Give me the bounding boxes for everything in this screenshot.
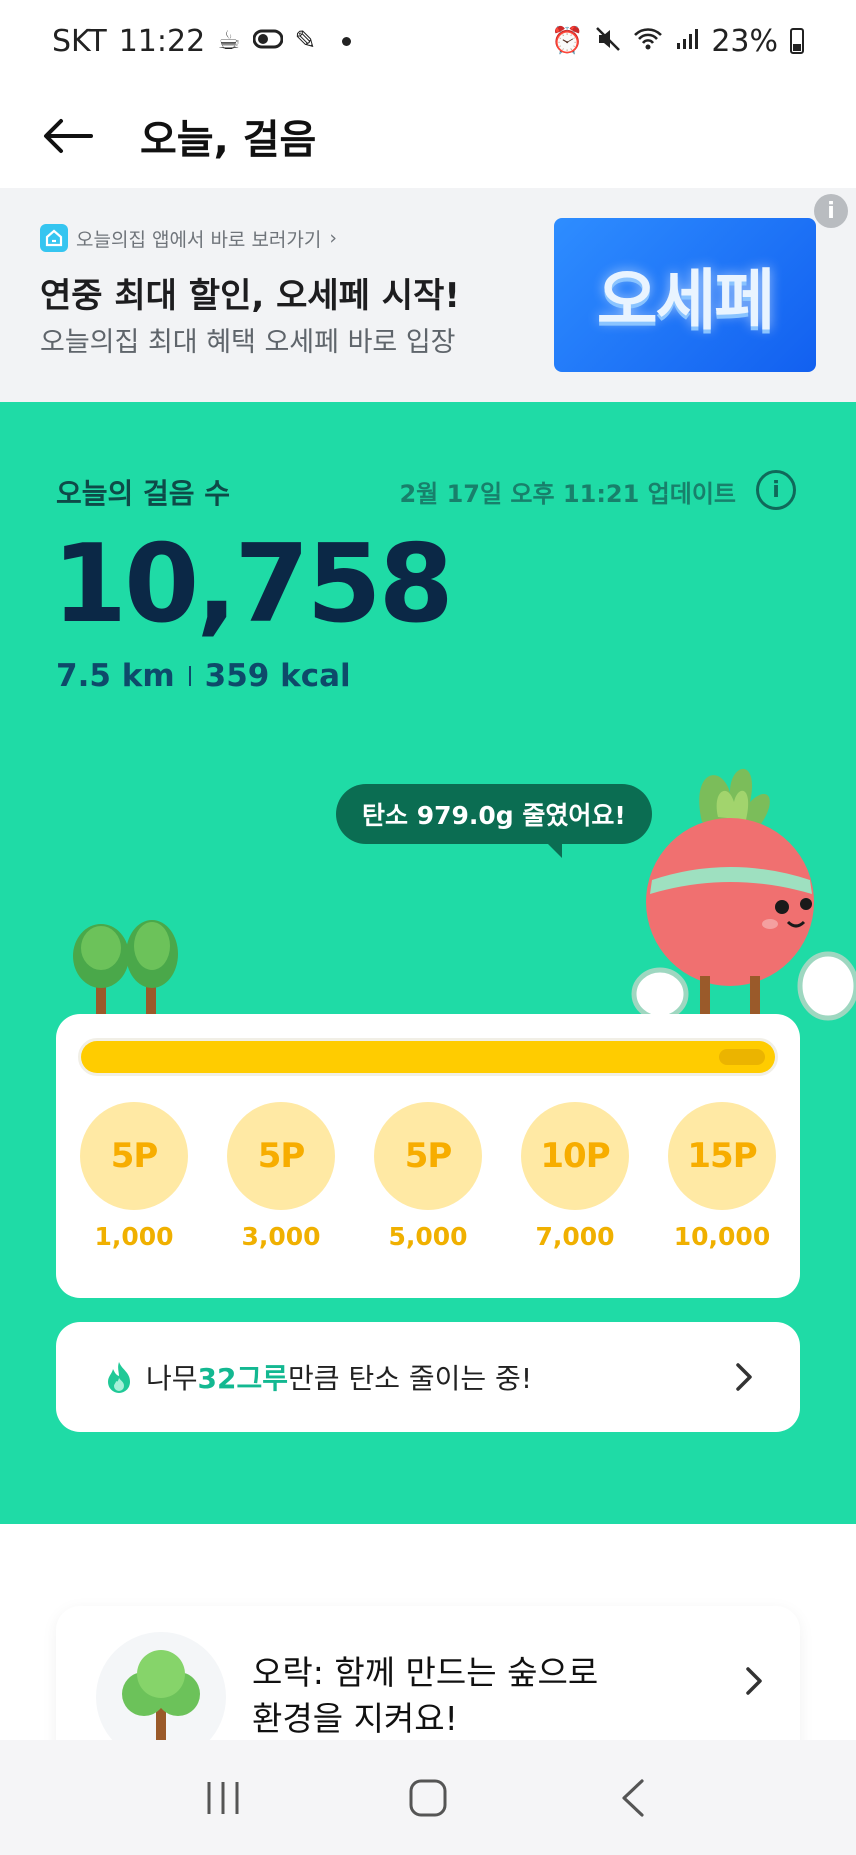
flame-icon <box>108 1362 130 1393</box>
home-button[interactable] <box>388 1758 468 1838</box>
reward-milestone[interactable]: 5P 5,000 <box>372 1102 484 1251</box>
reward-milestone[interactable]: 10P 7,000 <box>519 1102 631 1251</box>
update-time: 2월 17일 오후 11:21 업데이트 <box>399 480 736 508</box>
screen: SKT 11:22 ☕ ✎ ⏰ 23% 오늘, 걸음 오늘의집 앱에서 바로 보… <box>0 0 856 1855</box>
tree-banner-suffix: 만큼 탄소 줄이는 중! <box>288 1362 533 1395</box>
chevron-right-icon <box>746 1667 762 1695</box>
back-button[interactable] <box>40 108 96 164</box>
stats-divider <box>188 666 191 686</box>
point-coin: 5P <box>374 1102 482 1210</box>
app-header: 오늘, 걸음 <box>0 82 856 190</box>
carrier-label: SKT <box>52 23 107 59</box>
ad-source[interactable]: 오늘의집 앱에서 바로 보러가기 › <box>40 224 337 252</box>
wifi-icon <box>633 26 663 57</box>
arrow-left-icon <box>44 119 93 153</box>
system-nav-bar <box>0 1740 856 1855</box>
step-summary-section: 오늘의 걸음 수 2월 17일 오후 11:21 업데이트 i 10,758 7… <box>0 402 856 1524</box>
status-bar: SKT 11:22 ☕ ✎ ⏰ 23% <box>0 0 856 82</box>
calories-value: 359 kcal <box>204 658 351 694</box>
forest-card-line2: 환경을 지켜요! <box>252 1699 458 1738</box>
page-title: 오늘, 걸음 <box>140 117 317 163</box>
progress-knob <box>719 1049 765 1065</box>
clock: 11:22 <box>118 23 206 59</box>
trees-illustration <box>73 920 178 1018</box>
progress-fill <box>81 1041 775 1073</box>
recent-apps-button[interactable] <box>183 1758 263 1838</box>
coffee-icon: ☕ <box>217 26 241 56</box>
reward-list: 5P 1,000 5P 3,000 5P 5,000 10P 7,000 15P 10,000 <box>78 1102 778 1251</box>
tree-count: 32그루 <box>197 1362 289 1395</box>
point-coin: 15P <box>668 1102 776 1210</box>
forest-card-text: 오락: 함께 만드는 숲으로 환경을 지켜요! <box>252 1650 598 1742</box>
point-coin: 5P <box>227 1102 335 1210</box>
reward-milestone[interactable]: 5P 3,000 <box>225 1102 337 1251</box>
battery-icon <box>790 28 804 54</box>
status-left: SKT 11:22 ☕ ✎ <box>52 23 352 59</box>
point-coin: 10P <box>521 1102 629 1210</box>
promo-text: 오세페 <box>596 262 775 339</box>
recent-apps-icon <box>207 1781 239 1814</box>
step-threshold: 5,000 <box>388 1222 468 1251</box>
chevron-right-icon <box>736 1363 752 1391</box>
step-stats: 7.5 km 359 kcal <box>56 658 351 694</box>
chevron-left-icon <box>622 1778 644 1817</box>
ad-banner[interactable]: 오늘의집 앱에서 바로 보러가기 › 연중 최대 할인, 오세페 시작! 오늘의… <box>0 188 856 402</box>
tree-banner-prefix: 나무 <box>146 1362 198 1395</box>
tree-count-banner[interactable]: 나무 32그루 만큼 탄소 줄이는 중! <box>56 1322 800 1432</box>
pen-icon: ✎ <box>294 26 317 56</box>
ad-source-label: 오늘의집 앱에서 바로 보러가기 <box>76 228 322 251</box>
status-right: ⏰ 23% <box>551 24 804 59</box>
mute-icon <box>595 26 621 57</box>
notification-dot <box>342 36 352 46</box>
info-button[interactable]: i <box>756 470 796 510</box>
toggle-icon <box>252 28 283 55</box>
signal-icon <box>675 27 699 56</box>
alarm-icon: ⏰ <box>550 26 584 56</box>
radish-mascot-illustration <box>631 768 856 1021</box>
home-icon <box>409 1779 447 1816</box>
step-reward-card: 5P 1,000 5P 3,000 5P 5,000 10P 7,000 15P 10,000 <box>56 1014 800 1298</box>
step-threshold: 1,000 <box>94 1222 174 1251</box>
forest-card-line1: 오락: 함께 만드는 숲으로 <box>252 1653 599 1692</box>
step-count: 10,758 <box>52 522 454 647</box>
steps-label: 오늘의 걸음 수 <box>56 477 231 510</box>
ad-info-button[interactable]: i <box>814 194 848 228</box>
step-threshold: 3,000 <box>241 1222 321 1251</box>
carbon-speech-bubble: 탄소 979.0g 줄였어요! <box>336 784 652 858</box>
ad-promo-image[interactable]: 오세페 <box>554 218 816 372</box>
reward-milestone[interactable]: 15P 10,000 <box>666 1102 778 1251</box>
ad-subtext: 오늘의집 최대 혜택 오세페 바로 입장 <box>40 327 456 358</box>
distance-value: 7.5 km <box>56 658 175 694</box>
house-icon <box>40 224 68 252</box>
reward-milestone[interactable]: 5P 1,000 <box>78 1102 190 1251</box>
step-progress-bar <box>78 1038 778 1076</box>
system-back-button[interactable] <box>593 1758 673 1838</box>
ad-headline: 연중 최대 할인, 오세페 시작! <box>40 276 460 316</box>
battery-percent: 23% <box>711 23 778 59</box>
point-coin: 5P <box>80 1102 188 1210</box>
step-threshold: 10,000 <box>673 1222 771 1251</box>
step-threshold: 7,000 <box>535 1222 615 1251</box>
chevron-right-icon: › <box>329 227 337 249</box>
